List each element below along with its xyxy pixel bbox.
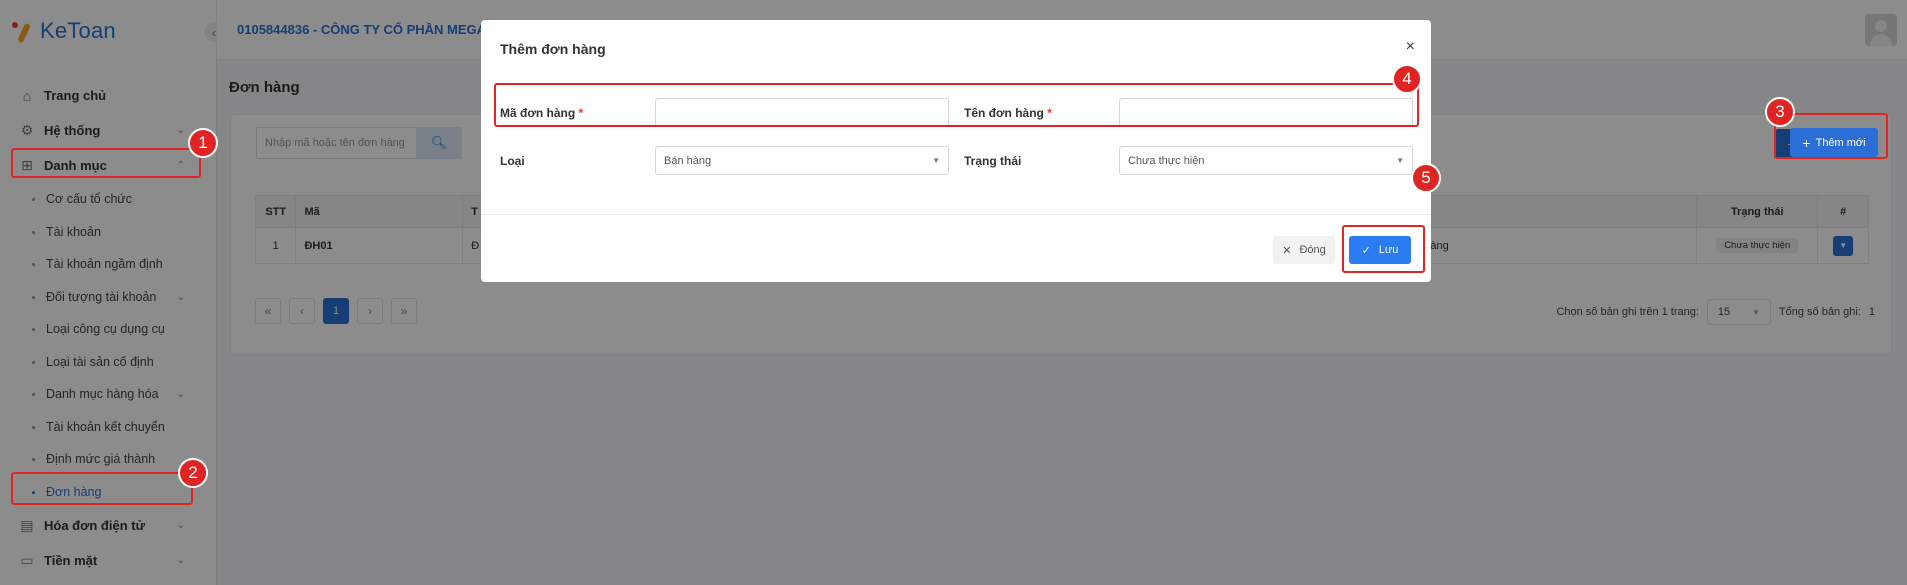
- callout-badge: 3: [1765, 97, 1795, 127]
- status-value: Chưa thực hiện: [1128, 154, 1205, 167]
- type-label: Loại: [500, 154, 525, 168]
- callout-box: [11, 472, 193, 505]
- callout-box: [494, 83, 1419, 127]
- callout-badge: 1: [188, 128, 218, 158]
- callout-badge: 5: [1411, 163, 1441, 193]
- close-button[interactable]: ✕ Đóng: [1273, 236, 1335, 264]
- caret-down-icon: ▼: [932, 156, 940, 165]
- add-order-modal: Thêm đơn hàng × Mã đơn hàng * Tên đơn hà…: [481, 20, 1441, 282]
- modal-title: Thêm đơn hàng: [500, 41, 606, 57]
- callout-box: [11, 148, 201, 178]
- type-select[interactable]: Bán hàng ▼: [655, 146, 949, 175]
- callout-badge: 4: [1392, 64, 1422, 94]
- modal-divider: [481, 214, 1431, 215]
- caret-down-icon: ▼: [1396, 156, 1404, 165]
- status-select[interactable]: Chưa thực hiện ▼: [1119, 146, 1413, 175]
- add-new-button-highlighted[interactable]: + Thêm mới: [1790, 128, 1878, 157]
- close-icon[interactable]: ×: [1406, 38, 1415, 56]
- close-label: Đóng: [1299, 244, 1326, 256]
- add-new-label: Thêm mới: [1815, 136, 1866, 149]
- type-value: Bán hàng: [664, 154, 712, 167]
- callout-badge: 2: [178, 458, 208, 488]
- status-label: Trạng thái: [964, 154, 1022, 168]
- callout-box: [1342, 225, 1425, 273]
- plus-icon: +: [1802, 134, 1811, 151]
- close-icon: ✕: [1282, 244, 1292, 257]
